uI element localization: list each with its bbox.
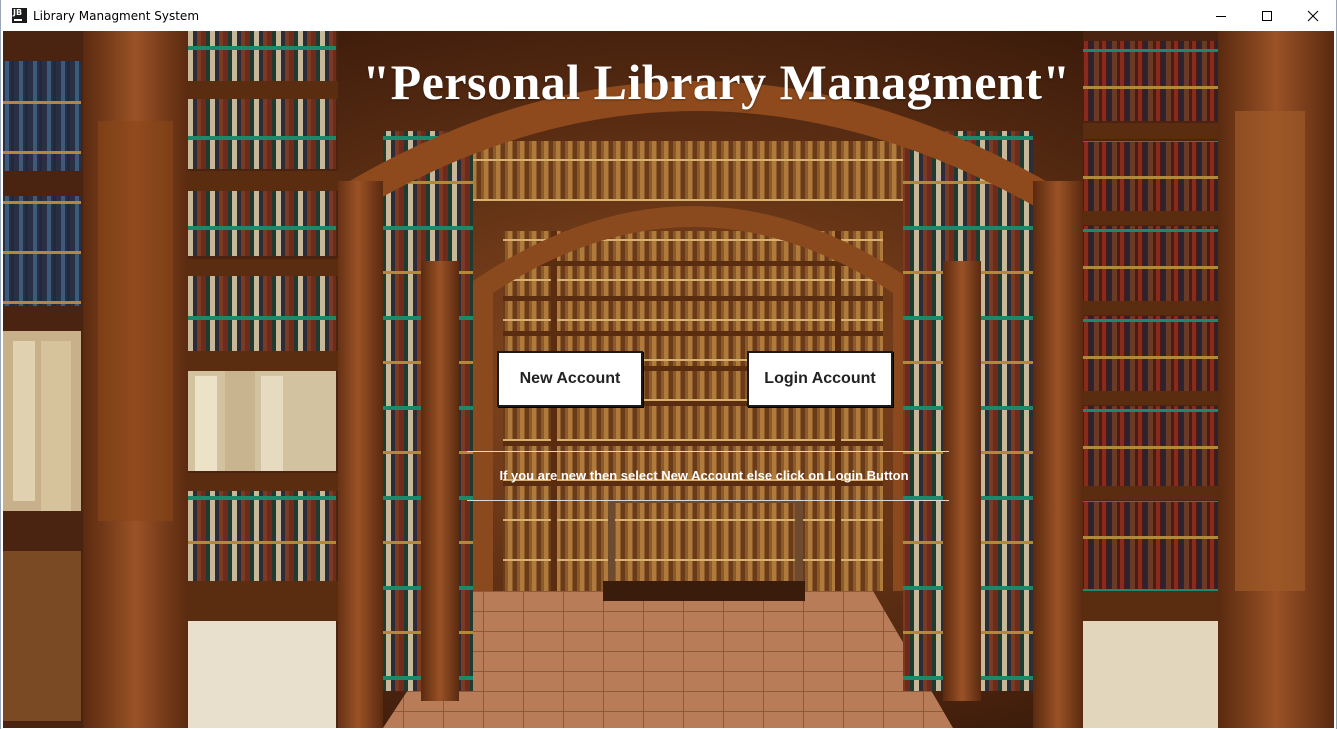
- instruction-text: If you are new then select New Account e…: [499, 468, 909, 483]
- hint-divider-top: [467, 451, 949, 452]
- library-background-image: [3, 31, 1334, 728]
- app-window: JB Library Managment System "Personal Li…: [0, 0, 1337, 729]
- minimize-button[interactable]: [1198, 0, 1244, 31]
- main-content: "Personal Library Managment" New Account…: [3, 31, 1334, 728]
- maximize-button[interactable]: [1244, 0, 1290, 31]
- close-icon: [1307, 10, 1319, 21]
- window-title: Library Managment System: [33, 8, 200, 23]
- new-account-button[interactable]: New Account: [497, 351, 643, 407]
- login-account-button[interactable]: Login Account: [747, 351, 893, 407]
- maximize-icon: [1262, 10, 1272, 21]
- page-title: "Personal Library Managment": [362, 54, 1071, 110]
- minimize-icon: [1216, 15, 1226, 17]
- hint-divider-bottom: [467, 500, 949, 501]
- java-app-icon: JB: [12, 8, 27, 23]
- title-bar[interactable]: JB Library Managment System: [1, 0, 1336, 31]
- close-button[interactable]: [1290, 0, 1336, 31]
- window-controls: [1198, 0, 1336, 31]
